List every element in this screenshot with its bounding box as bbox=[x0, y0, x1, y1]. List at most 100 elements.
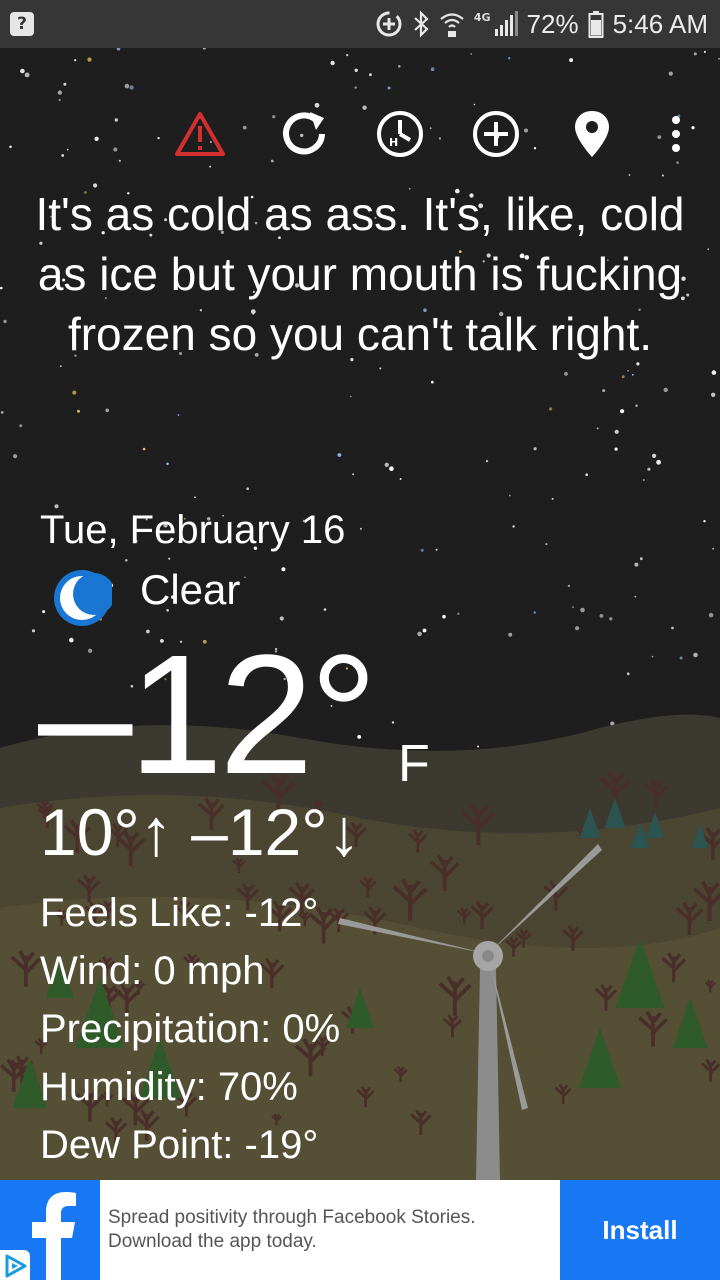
star bbox=[707, 248, 710, 251]
more-options-icon[interactable] bbox=[646, 104, 706, 164]
condition-label: Clear bbox=[140, 566, 241, 613]
star bbox=[387, 86, 391, 90]
star bbox=[61, 154, 65, 157]
star bbox=[194, 496, 196, 499]
star bbox=[671, 626, 674, 630]
install-button[interactable]: Install bbox=[560, 1180, 720, 1280]
star bbox=[614, 429, 619, 434]
star bbox=[512, 525, 515, 528]
star bbox=[703, 520, 706, 523]
star bbox=[129, 85, 134, 90]
hourly-forecast-icon[interactable]: H bbox=[370, 104, 430, 164]
star bbox=[569, 58, 574, 63]
star bbox=[422, 628, 427, 633]
star bbox=[19, 424, 23, 428]
star bbox=[621, 375, 625, 379]
data-saver-icon bbox=[376, 11, 402, 37]
star bbox=[620, 409, 625, 414]
star bbox=[118, 159, 121, 162]
star bbox=[609, 617, 613, 621]
star bbox=[9, 145, 12, 149]
star bbox=[58, 98, 61, 102]
star bbox=[599, 614, 604, 618]
ad-choices-icon[interactable] bbox=[0, 1250, 30, 1280]
star bbox=[585, 473, 588, 477]
star bbox=[0, 286, 3, 290]
star bbox=[42, 610, 46, 614]
star bbox=[442, 614, 446, 619]
star bbox=[209, 165, 212, 168]
ad-copy[interactable]: Spread positivity through Facebook Stori… bbox=[108, 1206, 548, 1254]
feels-like: Feels Like: -12° bbox=[40, 891, 319, 935]
star bbox=[389, 466, 394, 472]
ad-line-2: Download the app today. bbox=[108, 1231, 317, 1252]
star bbox=[712, 547, 715, 550]
star bbox=[3, 319, 7, 324]
ad-banner[interactable]: Spread positivity through Facebook Stori… bbox=[0, 1180, 720, 1280]
star bbox=[567, 584, 571, 588]
star bbox=[580, 607, 585, 613]
svg-text:H: H bbox=[389, 136, 398, 149]
star bbox=[398, 65, 401, 68]
moon-icon bbox=[54, 570, 112, 626]
star bbox=[693, 52, 697, 56]
star bbox=[656, 459, 661, 465]
star bbox=[57, 90, 63, 95]
star bbox=[508, 494, 511, 497]
star bbox=[647, 467, 651, 471]
star bbox=[369, 73, 372, 77]
star bbox=[661, 174, 665, 177]
star bbox=[346, 54, 349, 57]
star bbox=[354, 68, 358, 72]
star bbox=[628, 174, 631, 176]
star bbox=[614, 447, 618, 451]
star bbox=[711, 370, 717, 375]
wind: Wind: 0 mph bbox=[40, 949, 265, 993]
star bbox=[572, 606, 574, 608]
precipitation: Precipitation: 0% bbox=[40, 1007, 341, 1051]
star bbox=[0, 411, 4, 414]
add-location-icon[interactable] bbox=[466, 104, 526, 164]
alert-icon[interactable] bbox=[170, 104, 230, 164]
star bbox=[438, 137, 442, 140]
ad-line-1: Spread positivity through Facebook Stori… bbox=[108, 1207, 476, 1228]
star bbox=[626, 672, 630, 676]
star bbox=[379, 367, 382, 370]
star bbox=[545, 543, 548, 546]
bluetooth-icon bbox=[414, 10, 429, 38]
star bbox=[362, 105, 367, 110]
star bbox=[652, 453, 657, 458]
star bbox=[244, 576, 246, 578]
status-icons: 4G 72% 5:46 AM bbox=[375, 0, 708, 48]
star bbox=[533, 611, 536, 614]
star bbox=[66, 148, 69, 151]
star bbox=[639, 557, 643, 561]
star bbox=[551, 497, 554, 500]
star bbox=[435, 548, 438, 551]
refresh-icon[interactable] bbox=[274, 104, 334, 164]
star bbox=[87, 57, 92, 62]
star bbox=[354, 86, 357, 89]
star bbox=[663, 387, 668, 393]
star bbox=[430, 380, 434, 384]
star bbox=[105, 408, 109, 413]
star bbox=[642, 479, 645, 481]
wifi-calling-icon bbox=[440, 13, 464, 37]
star bbox=[168, 557, 171, 560]
star bbox=[384, 462, 389, 467]
location-icon[interactable] bbox=[562, 104, 622, 164]
battery-icon bbox=[588, 11, 604, 38]
star bbox=[549, 407, 553, 411]
star bbox=[533, 447, 537, 451]
star bbox=[631, 373, 634, 376]
status-bar: ? 4G 72% 5:46 AM bbox=[0, 0, 720, 48]
star bbox=[679, 656, 683, 660]
star bbox=[177, 414, 180, 416]
star bbox=[352, 473, 355, 476]
star bbox=[508, 57, 511, 60]
star bbox=[77, 409, 80, 413]
star bbox=[323, 608, 327, 611]
star bbox=[114, 118, 119, 122]
help-icon: ? bbox=[10, 12, 34, 36]
star bbox=[477, 745, 480, 748]
